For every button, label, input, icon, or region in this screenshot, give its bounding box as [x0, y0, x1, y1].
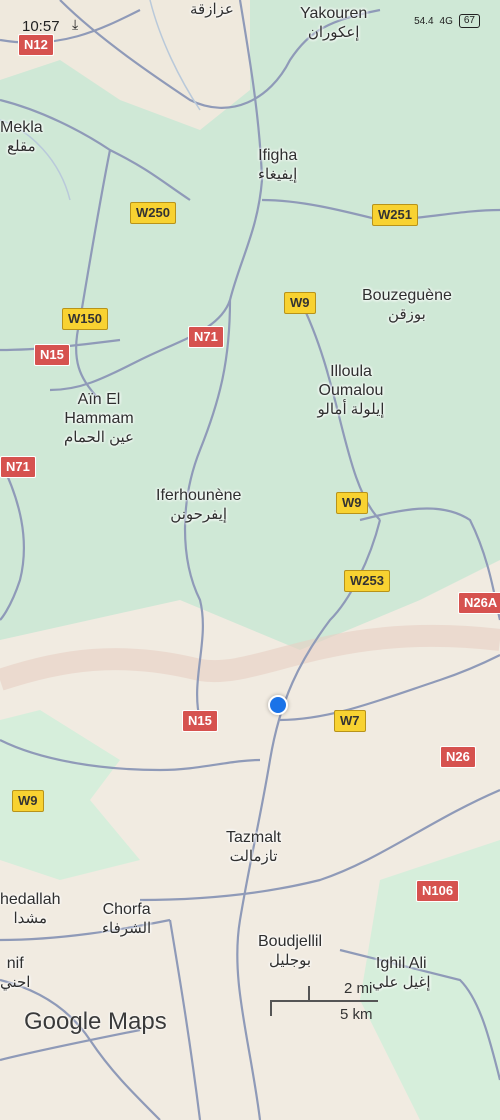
status-time: 10:57 [22, 18, 60, 35]
status-icons: 54.4 4G 67 [414, 14, 480, 28]
map-scale: 2 mi 5 km [268, 978, 380, 1026]
google-maps-logo: Google Maps [24, 1008, 167, 1035]
place-chedallah[interactable]: hedallah مشدا [0, 890, 61, 928]
place-tazmalt[interactable]: Tazmalt تازمالت [226, 828, 281, 866]
download-icon: ⤓ [72, 16, 79, 32]
road-shield-n106[interactable]: N106 [416, 880, 460, 902]
road-shield-w251[interactable]: W251 [372, 204, 418, 226]
place-illoula-oumalou[interactable]: Illoula Oumalou إيلولة أمالو [310, 362, 392, 419]
place-bouzeguene[interactable]: Bouzeguène بوزقن [362, 286, 452, 324]
place-ifigha[interactable]: Ifigha إيفيغاء [258, 146, 297, 184]
road-shield-n26a[interactable]: N26A [458, 592, 500, 614]
place-ighil-ali[interactable]: Ighil Ali إغيل علي [372, 954, 430, 992]
map-canvas[interactable] [0, 0, 500, 1120]
road-shield-n71-west[interactable]: N71 [0, 456, 36, 478]
road-shield-w9-south[interactable]: W9 [336, 492, 368, 514]
road-shield-n71[interactable]: N71 [188, 326, 224, 348]
place-mekla[interactable]: Mekla مقلع [0, 118, 43, 156]
road-shield-n15[interactable]: N15 [34, 344, 70, 366]
place-azazga[interactable]: عزازقة [190, 0, 234, 19]
road-shield-w150[interactable]: W150 [62, 308, 108, 330]
road-shield-w9[interactable]: W9 [284, 292, 316, 314]
road-shield-n15-south[interactable]: N15 [182, 710, 218, 732]
road-shield-w253[interactable]: W253 [344, 570, 390, 592]
place-ain-el-hammam[interactable]: Aïn El Hammam عين الحمام [56, 390, 142, 447]
battery-icon: 67 [458, 14, 480, 28]
network-type: 4G [439, 15, 453, 27]
road-shield-w7[interactable]: W7 [334, 710, 366, 732]
road-shield-n12[interactable]: N12 [18, 34, 54, 56]
scale-miles: 2 mi [344, 980, 373, 997]
place-iferhounene[interactable]: Iferhounène إيفرحونن [156, 486, 241, 524]
place-chorfa[interactable]: Chorfa الشرفاء [102, 900, 151, 938]
scale-km: 5 km [340, 1006, 373, 1023]
current-location-marker[interactable] [268, 695, 288, 715]
place-boudjellil[interactable]: Boudjellil بوجليل [258, 932, 322, 970]
road-shield-w9-west[interactable]: W9 [12, 790, 44, 812]
place-nif[interactable]: nif احني [0, 954, 30, 992]
road-shield-n26[interactable]: N26 [440, 746, 476, 768]
signal-speed: 54.4 [414, 15, 434, 27]
status-bar: 10:57 ⤓ 54.4 4G 67 [0, 0, 500, 40]
road-shield-w250[interactable]: W250 [130, 202, 176, 224]
place-yakouren[interactable]: Yakouren إعكوران [300, 4, 367, 42]
